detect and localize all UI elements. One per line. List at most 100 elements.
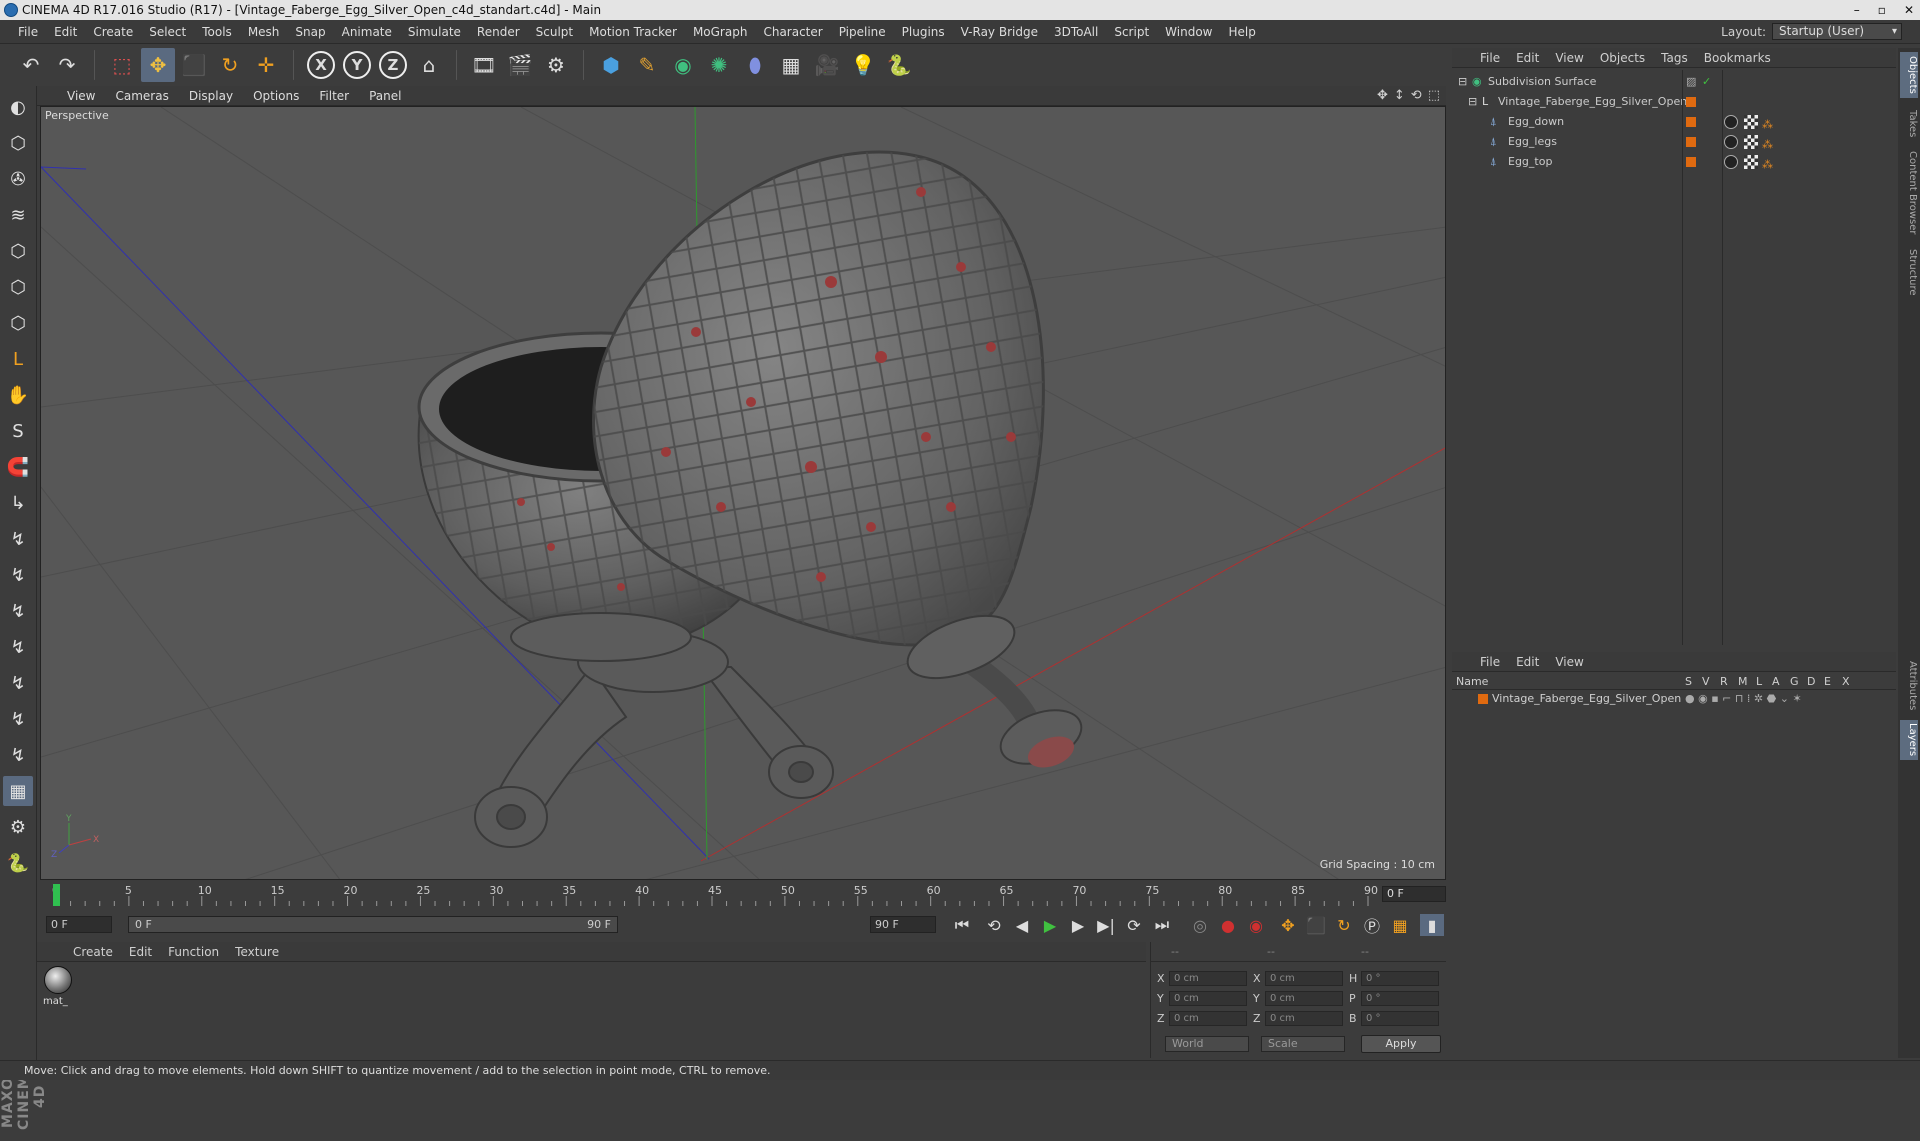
sculpt-brush-icon[interactable]: ↯ (3, 740, 33, 770)
record-keyframe-icon[interactable]: ● (1216, 914, 1240, 936)
objects-menu-bookmarks[interactable]: Bookmarks (1696, 51, 1779, 65)
material-menu-create[interactable]: Create (65, 945, 121, 959)
key-parameter-icon[interactable]: Ⓟ (1360, 914, 1384, 936)
minimize-button[interactable]: – (1854, 0, 1860, 20)
snap-icon[interactable]: S (3, 416, 33, 446)
menu-select[interactable]: Select (141, 25, 194, 39)
tab-objects[interactable]: Objects (1900, 52, 1918, 98)
menu-script[interactable]: Script (1106, 25, 1157, 39)
object-row-egg-top[interactable]: ⍋ Egg_top ⁂ (1452, 152, 1896, 172)
previous-frame-icon[interactable]: ◀ (1010, 914, 1034, 936)
layer-toggle-icons[interactable]: ● ◉ ▪ ⌐ ⊓ ⁞ ✲ ⬣ ⌄ ✶ (1685, 690, 1802, 708)
object-row-vintage-faberge-egg[interactable]: ⊟ L Vintage_Faberge_Egg_Silver_Open (1452, 92, 1896, 112)
menu-tools[interactable]: Tools (194, 25, 240, 39)
size-mode-dropdown[interactable]: Scale (1261, 1036, 1345, 1052)
menu-simulate[interactable]: Simulate (400, 25, 469, 39)
scale-icon[interactable]: ⬛ (177, 48, 211, 82)
tab-structure[interactable]: Structure (1900, 242, 1918, 302)
magnet-icon[interactable]: 🧲 (3, 452, 33, 482)
layout-dropdown[interactable]: Startup (User) (1772, 23, 1902, 40)
workplane-icon[interactable]: ↳ (3, 488, 33, 518)
coordinate-system-icon[interactable]: ⌂ (412, 48, 446, 82)
collapse-icon[interactable]: ⊟ (1468, 92, 1477, 112)
texture-tag-icon[interactable] (1744, 135, 1758, 149)
material-tag-icon[interactable] (1724, 155, 1738, 169)
mograph-array-icon[interactable]: ✺ (702, 48, 736, 82)
viewport-toggle-icon[interactable]: ⬚ (1428, 88, 1440, 103)
render-view-icon[interactable]: 🎞 (467, 48, 501, 82)
objects-menu-file[interactable]: File (1472, 51, 1508, 65)
layer-col-generators[interactable]: G (1790, 674, 1799, 690)
python-script-icon[interactable]: 🐍 (3, 848, 33, 878)
key-rotation-icon[interactable]: ↻ (1332, 914, 1356, 936)
live-selection-icon[interactable]: ⬚ (105, 48, 139, 82)
material-menu-texture[interactable]: Texture (227, 945, 287, 959)
solo-mode-icon[interactable]: ▦ (3, 776, 33, 806)
texture-tag-icon[interactable] (1744, 155, 1758, 169)
y-axis-lock-icon[interactable]: Y (343, 51, 371, 79)
layer-color-swatch[interactable] (1686, 117, 1696, 127)
move-icon[interactable]: ✥ (141, 48, 175, 82)
menu-window[interactable]: Window (1157, 25, 1220, 39)
timeline-layout-icon[interactable]: ▮ (1420, 914, 1444, 936)
viewport-menu-panel[interactable]: Panel (359, 89, 411, 103)
menu-mograph[interactable]: MoGraph (685, 25, 756, 39)
tab-takes[interactable]: Takes (1900, 104, 1918, 144)
end-frame-field[interactable]: 90 F (870, 916, 936, 933)
menu-create[interactable]: Create (85, 25, 141, 39)
menu-help[interactable]: Help (1220, 25, 1263, 39)
viewport-menu-display[interactable]: Display (179, 89, 243, 103)
tab-attributes[interactable]: Attributes (1900, 656, 1918, 716)
sculpt-brush-icon[interactable]: ↯ (3, 560, 33, 590)
menu-animate[interactable]: Animate (334, 25, 400, 39)
menu-character[interactable]: Character (755, 25, 830, 39)
apply-button[interactable]: Apply (1361, 1035, 1441, 1053)
key-position-icon[interactable]: ✥ (1276, 914, 1300, 936)
layer-color-swatch[interactable] (1686, 137, 1696, 147)
layers-menu-view[interactable]: View (1547, 655, 1591, 669)
sculpt-brush-icon[interactable]: ↯ (3, 704, 33, 734)
tab-layers[interactable]: Layers (1900, 720, 1918, 760)
preview-range-slider[interactable]: 0 F 90 F (128, 916, 618, 933)
collapse-icon[interactable]: ⊟ (1458, 72, 1467, 92)
transform-icon[interactable]: ✛ (249, 48, 283, 82)
polygons-mode-icon[interactable]: ⬡ (3, 308, 33, 338)
make-editable-icon[interactable]: ◐ (3, 92, 33, 122)
viewport-menu-options[interactable]: Options (243, 89, 309, 103)
camera-icon[interactable]: 🎥 (810, 48, 844, 82)
viewport-menu-filter[interactable]: Filter (309, 89, 359, 103)
menu-render[interactable]: Render (469, 25, 528, 39)
material-tag-icon[interactable] (1724, 115, 1738, 129)
deformer-icon[interactable]: ⬮ (738, 48, 772, 82)
motion-recording-icon[interactable]: ◎ (1188, 914, 1212, 936)
layer-col-animation[interactable]: A (1772, 674, 1780, 690)
timeline-ruler[interactable]: 051015202530354045505560657075808590 0 F (40, 882, 1446, 912)
sculpt-brush-icon[interactable]: ↯ (3, 668, 33, 698)
objects-menu-tags[interactable]: Tags (1653, 51, 1696, 65)
layers-menu-edit[interactable]: Edit (1508, 655, 1547, 669)
next-frame-icon[interactable]: ▶ (1066, 914, 1090, 936)
autokey-icon[interactable]: ◉ (1244, 914, 1268, 936)
pos-z-field[interactable]: 0 cm (1169, 1011, 1247, 1026)
material-preview-ball[interactable] (44, 966, 72, 994)
key-scale-icon[interactable]: ⬛ (1304, 914, 1328, 936)
layer-col-view[interactable]: V (1702, 674, 1710, 690)
next-keyframe-icon[interactable]: ▶| (1094, 914, 1118, 936)
menu-plugins[interactable]: Plugins (894, 25, 953, 39)
rot-h-field[interactable]: 0 ° (1361, 971, 1439, 986)
size-x-field[interactable]: 0 cm (1265, 971, 1343, 986)
pen-spline-icon[interactable]: ✎ (630, 48, 664, 82)
viewport-zoom-icon[interactable]: ↕ (1394, 88, 1405, 103)
go-to-end-icon[interactable]: ⏭ (1150, 914, 1174, 936)
go-to-start-icon[interactable]: ⏮ (950, 914, 974, 936)
viewport-move-icon[interactable]: ✥ (1377, 88, 1388, 103)
layer-color-swatch[interactable] (1478, 694, 1488, 704)
pos-x-field[interactable]: 0 cm (1169, 971, 1247, 986)
viewport-rotate-icon[interactable]: ⟲ (1411, 88, 1422, 103)
layer-color-swatch[interactable] (1686, 157, 1696, 167)
edges-mode-icon[interactable]: ⬡ (3, 272, 33, 302)
viewport-menu-cameras[interactable]: Cameras (105, 89, 178, 103)
size-y-field[interactable]: 0 cm (1265, 991, 1343, 1006)
render-to-picture-viewer-icon[interactable]: 🎬 (503, 48, 537, 82)
menu-sculpt[interactable]: Sculpt (528, 25, 581, 39)
